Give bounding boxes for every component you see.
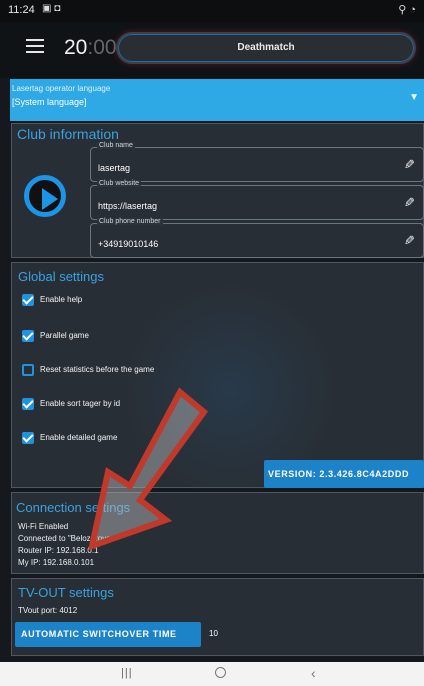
home-icon[interactable] xyxy=(215,667,226,678)
annotation-arrow-icon xyxy=(87,387,209,551)
system-nav-bar: ||| ‹ xyxy=(0,662,424,686)
back-icon[interactable]: ‹ xyxy=(311,665,316,681)
recents-icon[interactable]: ||| xyxy=(121,667,133,679)
